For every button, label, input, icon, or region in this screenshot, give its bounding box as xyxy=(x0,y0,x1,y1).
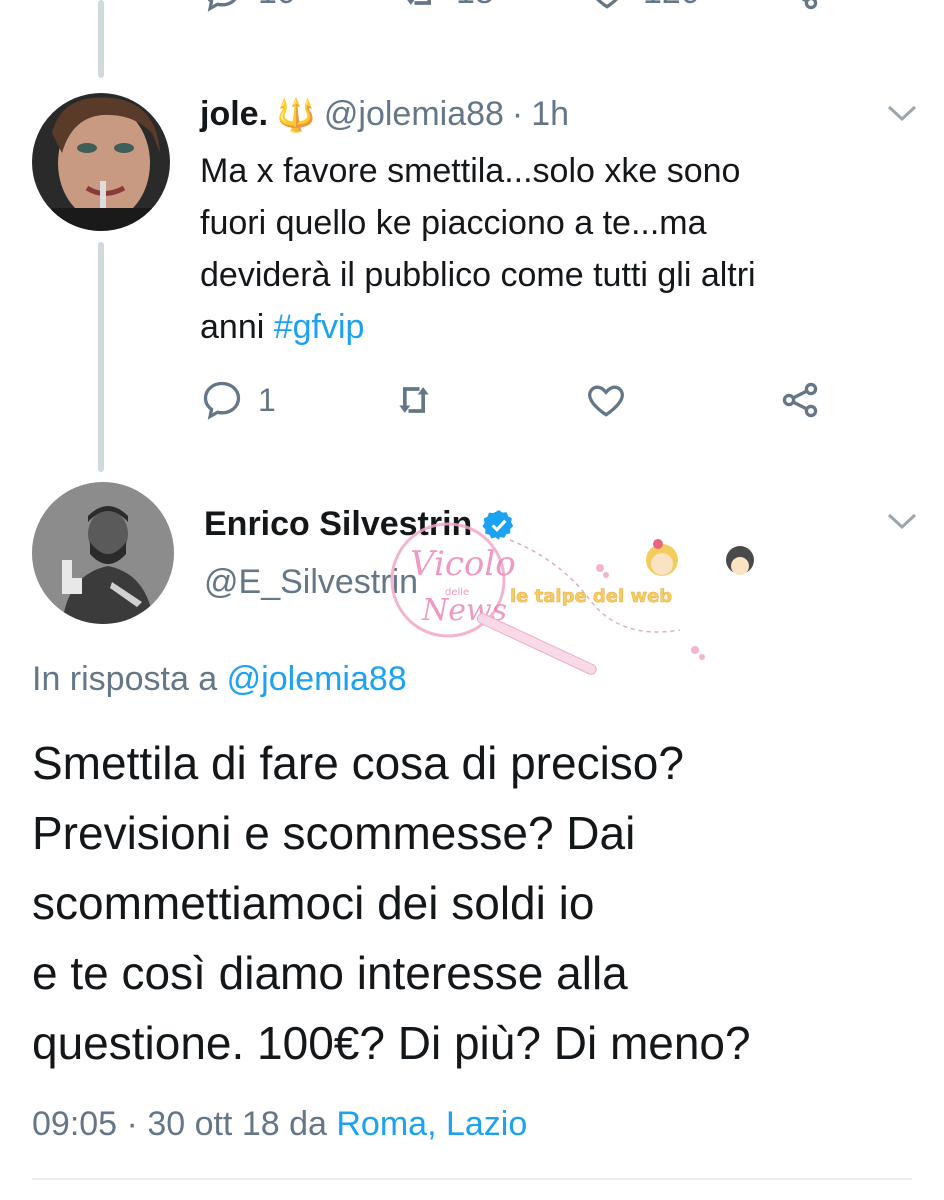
reply-text-line: fuori quello ke piacciono a te...ma xyxy=(200,204,707,242)
main-text-line: Previsioni e scommesse? Dai xyxy=(32,807,636,859)
reply-tweet-text: Ma x favore smettila...solo xke sono fuo… xyxy=(200,145,880,353)
tweet-time[interactable]: 09:05 xyxy=(32,1105,117,1143)
jole-avatar[interactable] xyxy=(32,93,170,231)
avatar-photo xyxy=(32,93,170,231)
in-reply-handle-link[interactable]: @jolemia88 xyxy=(227,660,407,698)
reply-icon xyxy=(203,381,241,420)
previous-like-count: 120 xyxy=(643,0,700,12)
previous-reply-action[interactable]: 10 xyxy=(200,0,296,14)
tweet-meta: 09:05 · 30 ott 18 da Roma, Lazio xyxy=(32,1105,527,1144)
trident-emoji: 🔱 xyxy=(276,96,316,133)
chevron-down-icon[interactable] xyxy=(886,512,918,532)
retweet-action[interactable] xyxy=(392,378,436,422)
like-icon xyxy=(588,385,624,417)
previous-like-action[interactable]: 120 xyxy=(585,0,700,14)
bottom-divider xyxy=(32,1178,912,1180)
reply-separator: · xyxy=(511,95,524,133)
reply-timestamp[interactable]: 1h xyxy=(531,95,569,134)
retweet-icon xyxy=(407,0,431,5)
tweet-thread-page: 10 18 120 jole. 🔱 @jolemia88 xyxy=(0,0,944,1200)
reply-text-line-last: anni #gfvip xyxy=(200,301,880,353)
like-action[interactable] xyxy=(584,378,628,422)
reply-tweet-header: jole. 🔱 @jolemia88 · 1h xyxy=(200,95,569,134)
reply-author-handle[interactable]: @jolemia88 xyxy=(324,95,504,134)
main-text-line: scommettiamoci dei soldi io xyxy=(32,877,595,929)
main-author-name[interactable]: Enrico Silvestrin xyxy=(204,505,472,544)
reply-count: 1 xyxy=(258,381,276,418)
like-icon xyxy=(596,0,618,9)
previous-reply-count: 10 xyxy=(258,0,296,12)
share-icon xyxy=(782,382,818,418)
location-link[interactable]: Roma, Lazio xyxy=(336,1105,527,1143)
previous-retweet-action[interactable]: 18 xyxy=(398,0,494,14)
main-tweet-header: Enrico Silvestrin xyxy=(204,505,516,544)
main-text-line: Smettila di fare cosa di preciso? xyxy=(32,737,684,789)
reply-text-line: deviderà il pubblico come tutti gli altr… xyxy=(200,256,756,294)
main-text-line: e te così diamo interesse alla xyxy=(32,947,628,999)
enrico-avatar[interactable] xyxy=(32,482,174,624)
reply-text-anni: anni xyxy=(200,308,274,346)
hashtag-link[interactable]: #gfvip xyxy=(274,308,365,346)
reply-author-name[interactable]: jole. xyxy=(200,95,268,134)
watermark-text-vicolo: Vicolo xyxy=(410,544,516,584)
watermark-text-delle: delle xyxy=(445,587,469,598)
reply-text-line: Ma x favore smettila...solo xke sono xyxy=(200,152,741,190)
main-author-handle[interactable]: @E_Silvestrin xyxy=(204,563,418,602)
reply-action[interactable]: 1 xyxy=(200,378,276,422)
in-reply-prefix: In risposta a xyxy=(32,660,227,698)
watermark-text-talpe: le talpe del web xyxy=(510,586,672,607)
reply-icon xyxy=(207,0,237,12)
meta-separator: · xyxy=(117,1105,148,1143)
previous-retweet-count: 18 xyxy=(456,0,494,12)
previous-share-action[interactable] xyxy=(778,0,822,14)
share-icon xyxy=(801,0,818,10)
watermark-text-news: News xyxy=(421,593,507,628)
avatar-photo xyxy=(32,482,174,624)
thread-line-middle xyxy=(98,242,104,472)
watermark-logo: Vicolo delle News le talpe del web xyxy=(390,522,754,675)
in-reply-to: In risposta a @jolemia88 xyxy=(32,660,407,699)
previous-tweet-actions: 10 18 120 xyxy=(0,0,944,30)
verified-badge-icon xyxy=(482,509,514,540)
meta-from-prefix: da xyxy=(279,1105,337,1143)
retweet-icon xyxy=(399,387,429,413)
main-text-line: questione. 100€? Di più? Di meno? xyxy=(32,1017,751,1069)
main-tweet-text: Smettila di fare cosa di preciso? Previs… xyxy=(32,728,922,1078)
share-action[interactable] xyxy=(778,378,822,422)
tweet-date[interactable]: 30 ott 18 xyxy=(147,1105,279,1143)
chevron-down-icon[interactable] xyxy=(886,104,918,124)
